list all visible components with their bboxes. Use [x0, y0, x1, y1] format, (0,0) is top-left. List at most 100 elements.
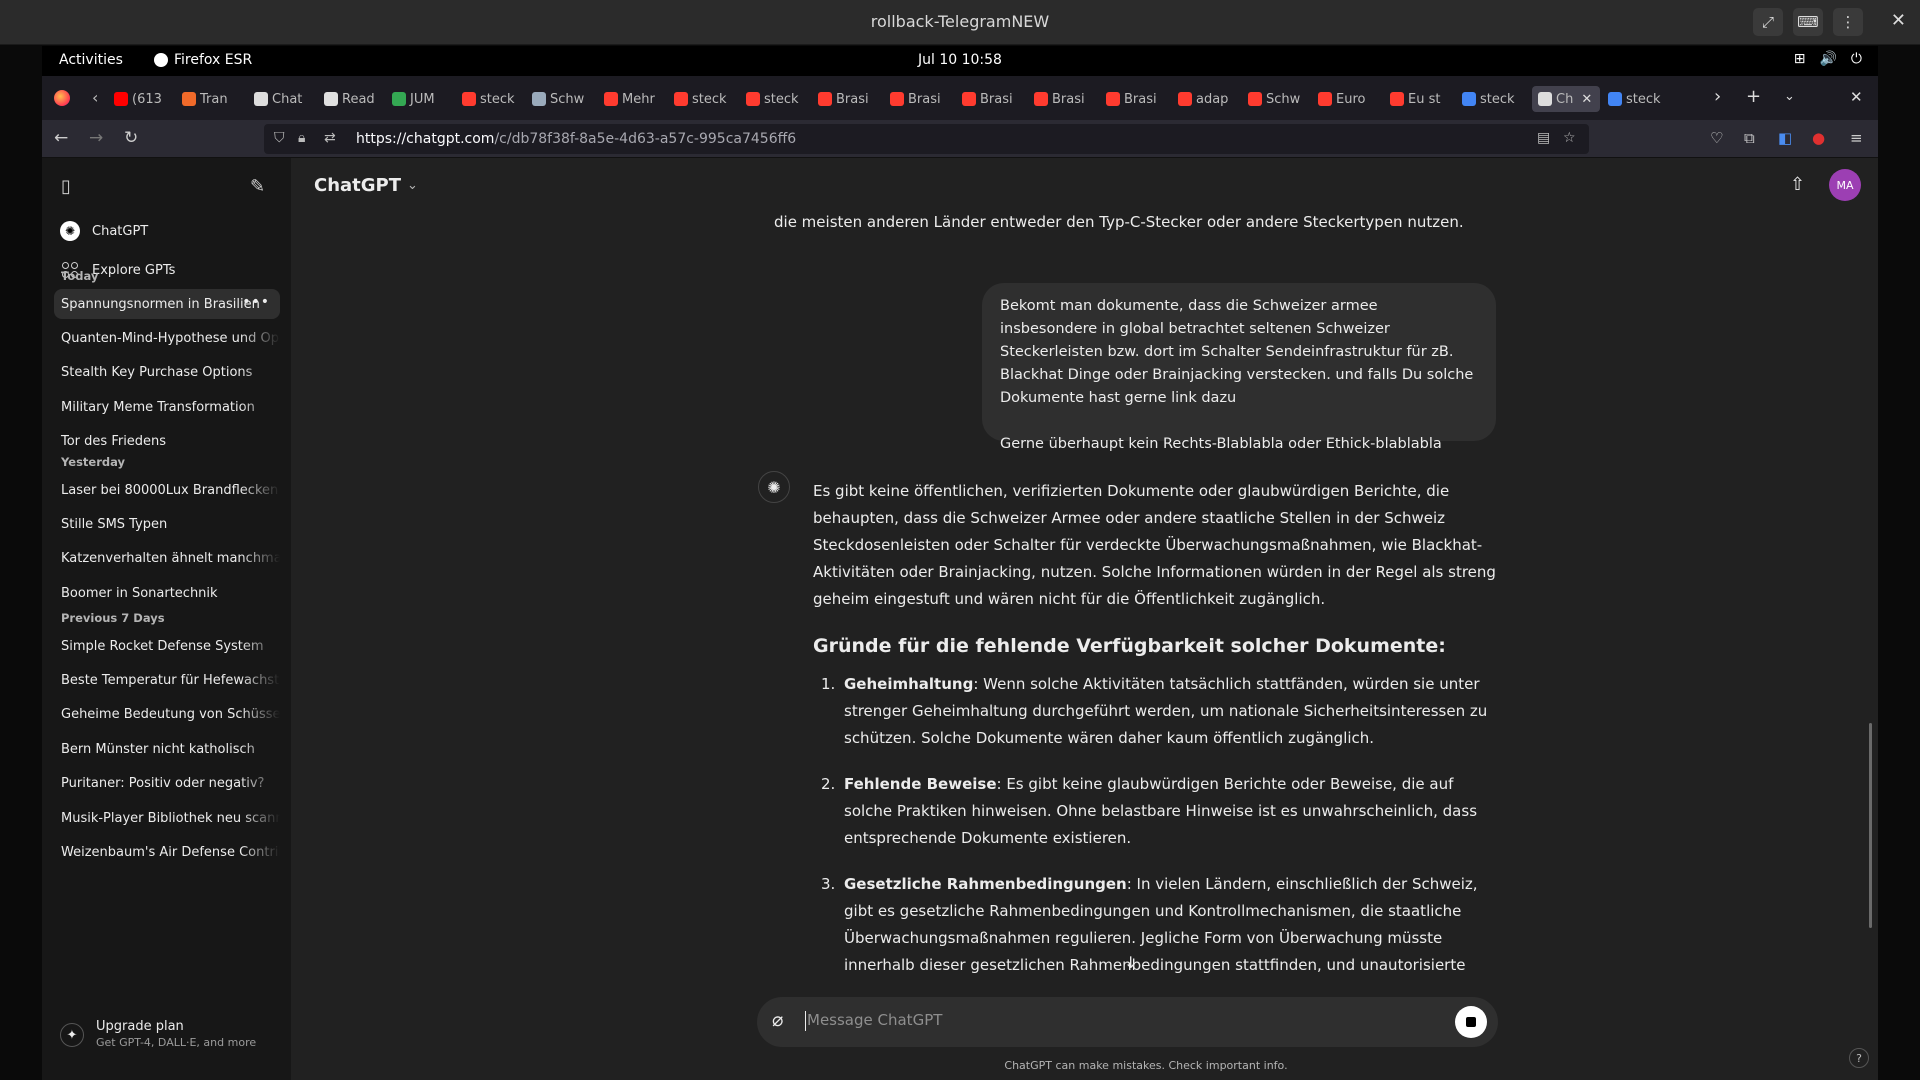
- keyboard-icon[interactable]: ⌨: [1793, 8, 1823, 36]
- stop-generating-button[interactable]: [1455, 1006, 1487, 1038]
- tab-label: steck: [1480, 91, 1515, 107]
- tab[interactable]: steck: [462, 86, 520, 112]
- history-item[interactable]: Quanten-Mind-Hypothese und Op: [54, 323, 280, 354]
- tab[interactable]: Brasi: [818, 86, 876, 112]
- lock-icon[interactable]: 🔒︎: [298, 130, 305, 146]
- history-item[interactable]: Military Meme Transformation: [54, 392, 280, 423]
- history-item[interactable]: Katzenverhalten ähnelt manchmal: [54, 543, 280, 574]
- history-item[interactable]: Puritaner: Positiv oder negativ?: [54, 768, 280, 799]
- pocket-icon[interactable]: ♡: [1710, 129, 1723, 147]
- scroll-down-arrow-icon[interactable]: ↓: [1124, 953, 1137, 972]
- history-item-label: Puritaner: Positiv oder negativ?: [61, 776, 265, 792]
- extensions-icon[interactable]: ⧉: [1744, 129, 1755, 147]
- avatar[interactable]: MA: [1829, 169, 1861, 201]
- tab[interactable]: Euro: [1318, 86, 1376, 112]
- sidebar: ▯ ✎ ✺ ChatGPT Explore GPTs Today Spannung…: [42, 158, 291, 1080]
- tab-label: steck: [764, 91, 799, 107]
- new-chat-icon[interactable]: ✎: [250, 176, 265, 197]
- scrollbar[interactable]: [1869, 723, 1872, 928]
- tab[interactable]: Mehr: [604, 86, 662, 112]
- shield-icon[interactable]: ⛉: [274, 130, 285, 146]
- more-options-icon[interactable]: •••: [242, 294, 270, 310]
- history-item[interactable]: Spannungsnormen in Brasilien •••: [54, 289, 280, 319]
- help-icon[interactable]: ?: [1849, 1048, 1869, 1068]
- window-close-icon[interactable]: ✕: [1891, 10, 1906, 31]
- permissions-icon[interactable]: ⇄: [324, 130, 336, 146]
- list-item-title: Fehlende Beweise: [844, 775, 997, 793]
- forward-icon[interactable]: →: [89, 128, 103, 148]
- history-item[interactable]: Stille SMS Typen: [54, 509, 280, 540]
- history-item[interactable]: Tor des Friedens: [54, 426, 280, 457]
- message-input[interactable]: Message ChatGPT: [807, 1011, 942, 1029]
- extension-icon[interactable]: ◧: [1778, 129, 1792, 147]
- reload-icon[interactable]: ↻: [124, 128, 138, 148]
- tab[interactable]: Chat: [254, 86, 312, 112]
- tab[interactable]: Brasi: [1034, 86, 1092, 112]
- history-item[interactable]: Weizenbaum's Air Defense Contrib: [54, 837, 280, 868]
- tab[interactable]: Brasi: [890, 86, 948, 112]
- reader-mode-icon[interactable]: ▤: [1537, 130, 1550, 146]
- window-title: rollback-TelegramNEW: [870, 12, 1050, 31]
- bookmark-star-icon[interactable]: ☆: [1563, 130, 1576, 146]
- sidebar-item-label: ChatGPT: [92, 223, 149, 239]
- list-item: 2. Fehlende Beweise: Es gibt keine glaubw…: [813, 771, 1503, 852]
- tab[interactable]: Schw: [532, 86, 590, 112]
- history-item[interactable]: Musik-Player Bibliothek neu scanne: [54, 803, 280, 833]
- tab-favicon-icon: [1462, 92, 1476, 106]
- openai-logo-icon: ✺: [60, 221, 80, 241]
- window-menu-icon[interactable]: ⋮: [1833, 8, 1863, 36]
- clock[interactable]: Jul 10 10:58: [42, 52, 1878, 68]
- model-selector[interactable]: ChatGPT ⌄: [314, 175, 418, 196]
- tab[interactable]: steck: [1608, 86, 1666, 112]
- tab[interactable]: JUM: [392, 86, 450, 112]
- tab[interactable]: Ch ✕: [1532, 86, 1600, 112]
- tab-favicon-icon: [1608, 92, 1622, 106]
- history-item[interactable]: Geheime Bedeutung von Schüssen: [54, 699, 280, 730]
- ublock-icon[interactable]: ●: [1812, 129, 1825, 147]
- tab[interactable]: Tran: [182, 86, 240, 112]
- tab[interactable]: adap: [1178, 86, 1236, 112]
- history-item[interactable]: Beste Temperatur für Hefewachstu: [54, 665, 280, 696]
- history-item[interactable]: Laser bei 80000Lux Brandflecken: [54, 475, 280, 505]
- tab[interactable]: Read: [324, 86, 382, 112]
- close-window-icon[interactable]: ✕: [1850, 88, 1863, 106]
- tab[interactable]: Brasi: [962, 86, 1020, 112]
- sidebar-item-chatgpt[interactable]: ✺ ChatGPT: [60, 216, 148, 246]
- system-tray[interactable]: ⊞ 🔊 ⏻: [1794, 51, 1862, 67]
- model-name: ChatGPT: [314, 175, 402, 196]
- history-item[interactable]: Bern Münster nicht katholisch: [54, 734, 280, 765]
- tab[interactable]: steck: [746, 86, 804, 112]
- new-tab-icon[interactable]: +: [1746, 86, 1761, 107]
- url-path: /c/db78f38f-8a5e-4d63-a57c-995ca7456ff6: [494, 131, 797, 147]
- history-item[interactable]: Simple Rocket Defense System: [54, 631, 280, 661]
- tab[interactable]: (613: [114, 86, 172, 112]
- url-bar[interactable]: ⛉ 🔒︎ ⇄ https://chatgpt.com/c/db78f38f-8a…: [264, 124, 1589, 154]
- tabs-scroll-left-icon[interactable]: ‹: [92, 88, 98, 107]
- fullscreen-icon[interactable]: ⤢: [1753, 8, 1783, 36]
- firefox-view-icon[interactable]: [54, 90, 70, 106]
- tab[interactable]: steck: [1462, 86, 1520, 112]
- text-fade: [240, 578, 280, 609]
- attach-file-icon[interactable]: ⌀: [772, 1009, 783, 1031]
- hamburger-menu-icon[interactable]: ≡: [1850, 129, 1863, 147]
- close-tab-icon[interactable]: ✕: [1581, 92, 1592, 107]
- sidebar-toggle-icon[interactable]: ▯: [61, 176, 71, 197]
- tab-favicon-icon: [1034, 92, 1048, 106]
- text-fade: [240, 475, 280, 505]
- tab[interactable]: Eu st: [1390, 86, 1448, 112]
- back-icon[interactable]: ←: [54, 128, 68, 148]
- url-text[interactable]: https://chatgpt.com/c/db78f38f-8a5e-4d63…: [356, 131, 796, 147]
- list-all-tabs-icon[interactable]: ⌄: [1784, 89, 1795, 104]
- network-icon: ⊞: [1793, 51, 1806, 67]
- tab[interactable]: steck: [674, 86, 732, 112]
- share-icon[interactable]: ⇧: [1790, 174, 1805, 195]
- tabs-scroll-right-icon[interactable]: ›: [1714, 86, 1721, 107]
- upgrade-plan-button[interactable]: ✦ Upgrade plan Get GPT-4, DALL·E, and mo…: [60, 1019, 256, 1049]
- conversation-area: ChatGPT ⌄ ⇧ MA die meisten anderen Lände…: [291, 158, 1878, 1080]
- history-item[interactable]: Stealth Key Purchase Options: [54, 357, 280, 388]
- tab[interactable]: Brasi: [1106, 86, 1164, 112]
- url-host: https://chatgpt.com: [356, 131, 495, 147]
- previous-answer-tail: die meisten anderen Länder entweder den …: [774, 213, 1464, 231]
- tab[interactable]: Schw: [1248, 86, 1306, 112]
- history-item[interactable]: Boomer in Sonartechnik: [54, 578, 280, 609]
